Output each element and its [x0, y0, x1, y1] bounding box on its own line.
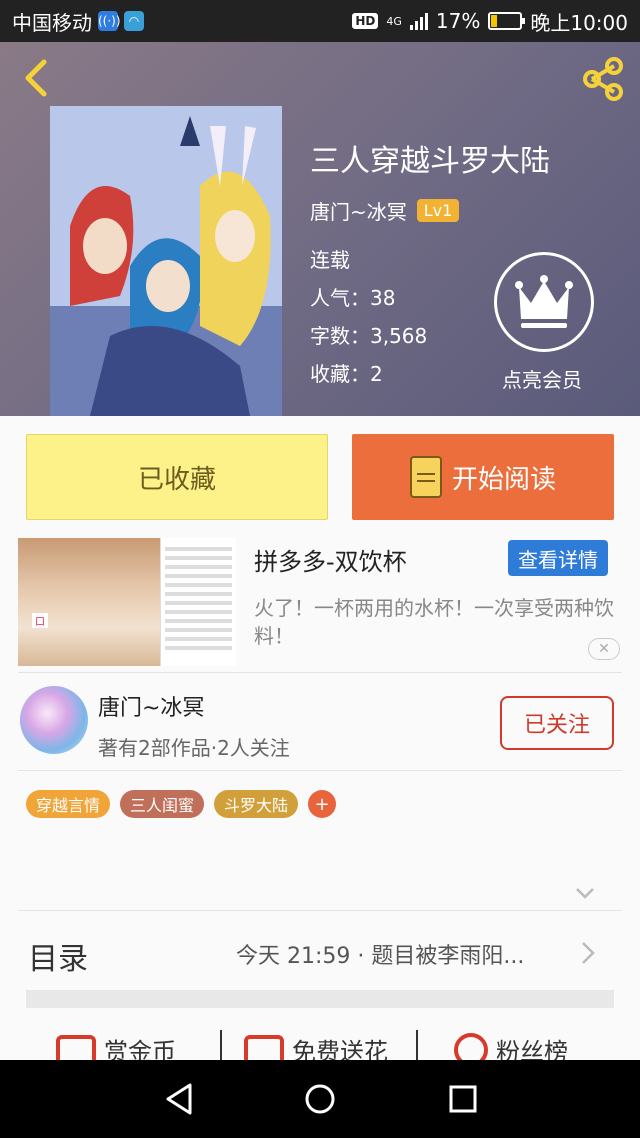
- signal-icon: [409, 12, 428, 30]
- author-line[interactable]: 唐门~冰冥 Lv1: [310, 196, 460, 225]
- app-notification-icon: ◠: [124, 11, 144, 31]
- favorites-stat: 收藏：2: [310, 362, 383, 386]
- section-separator: [26, 990, 614, 1008]
- send-flowers-label: 免费送花: [292, 1038, 388, 1060]
- hd-icon: HD: [352, 13, 379, 29]
- envelope-icon: [56, 1034, 96, 1060]
- book-header: 三人穿越斗罗大陆 唐门~冰冥 Lv1 连载 人气：38 字数：3,568 收藏：…: [0, 42, 640, 416]
- ad-close-icon[interactable]: ✕: [588, 638, 620, 660]
- catalog-label[interactable]: 目录: [28, 934, 88, 978]
- divider: [18, 910, 622, 911]
- author-level-badge: Lv1: [416, 199, 460, 222]
- tag-item[interactable]: 三人闺蜜: [120, 790, 205, 818]
- author-card-name[interactable]: 唐门~冰冥: [98, 690, 204, 722]
- divider: [18, 672, 622, 673]
- catalog-latest-update[interactable]: 今天 21:59 · 题目被李雨阳...: [236, 938, 524, 970]
- vertical-divider: [416, 1030, 418, 1060]
- popularity-stat: 人气：38: [310, 286, 396, 310]
- tag-list: 穿越言情 三人闺蜜 斗罗大陆 +: [26, 790, 337, 818]
- crown-icon: [515, 275, 573, 328]
- tag-item[interactable]: 穿越言情: [26, 790, 111, 818]
- start-reading-label: 开始阅读: [451, 464, 556, 495]
- word-count-stat: 字数：3,568: [310, 324, 428, 348]
- ad-detail-button[interactable]: 查看详情: [508, 540, 608, 576]
- nav-recents-icon[interactable]: [448, 1082, 478, 1116]
- follow-button[interactable]: 已关注: [500, 696, 614, 750]
- chevron-down-icon[interactable]: [574, 882, 596, 904]
- ad-image[interactable]: 口: [18, 538, 236, 666]
- divider: [18, 770, 622, 771]
- ad-title[interactable]: 拼多多-双饮杯: [254, 542, 407, 577]
- chevron-right-icon[interactable]: [578, 940, 598, 966]
- ad-screenshot: [160, 538, 236, 666]
- battery-icon: [488, 12, 526, 30]
- share-icon[interactable]: [580, 56, 626, 102]
- system-nav-bar: [0, 1060, 640, 1138]
- status-bar: 中国移动 ((·)) ◠ HD 4G 17% 晚上10:00: [0, 0, 640, 42]
- book-cover-image[interactable]: [50, 106, 282, 416]
- author-avatar[interactable]: [20, 686, 88, 754]
- collect-button[interactable]: 已收藏: [26, 434, 328, 520]
- flower-icon: [244, 1034, 284, 1060]
- author-name[interactable]: 唐门~冰冥: [310, 196, 407, 225]
- member-label[interactable]: 点亮会员: [502, 364, 582, 393]
- ad-photo: 口: [18, 538, 160, 666]
- book-icon: [409, 456, 442, 498]
- fans-ranking-button[interactable]: 粉丝榜: [454, 1032, 568, 1060]
- network-type: 4G: [386, 14, 402, 28]
- action-row: 赏金币 免费送花 粉丝榜: [0, 1022, 640, 1060]
- start-reading-button[interactable]: 开始阅读: [352, 434, 614, 520]
- add-tag-button[interactable]: +: [308, 790, 337, 818]
- carrier-group: 中国移动 ((·)) ◠: [12, 7, 144, 36]
- send-flowers-button[interactable]: 免费送花: [244, 1032, 388, 1060]
- battery-percent: 17%: [435, 9, 481, 33]
- nav-home-icon[interactable]: [304, 1082, 336, 1116]
- vertical-divider: [220, 1030, 222, 1060]
- fans-ranking-label: 粉丝榜: [496, 1038, 568, 1060]
- nav-back-icon[interactable]: [164, 1082, 194, 1116]
- carrier-name: 中国移动: [12, 10, 92, 35]
- author-card-info: 著有2部作品·2人关注: [98, 736, 290, 760]
- ad-description[interactable]: 火了！一杯两用的水杯！一次享受两种饮料！: [254, 594, 614, 650]
- book-title: 三人穿越斗罗大陆: [310, 144, 550, 179]
- reward-coins-button[interactable]: 赏金币: [56, 1032, 176, 1060]
- target-icon: [454, 1032, 488, 1060]
- serial-status: 连载: [310, 248, 350, 272]
- back-arrow-icon[interactable]: [18, 58, 58, 98]
- wifi-calling-icon: ((·)): [98, 11, 121, 31]
- status-right: HD 4G 17% 晚上10:00: [352, 7, 628, 36]
- tag-item[interactable]: 斗罗大陆: [214, 790, 299, 818]
- member-crown-button[interactable]: [494, 252, 594, 352]
- clock: 晚上10:00: [530, 10, 628, 35]
- cover-illustration: [50, 106, 282, 416]
- reward-coins-label: 赏金币: [104, 1038, 176, 1060]
